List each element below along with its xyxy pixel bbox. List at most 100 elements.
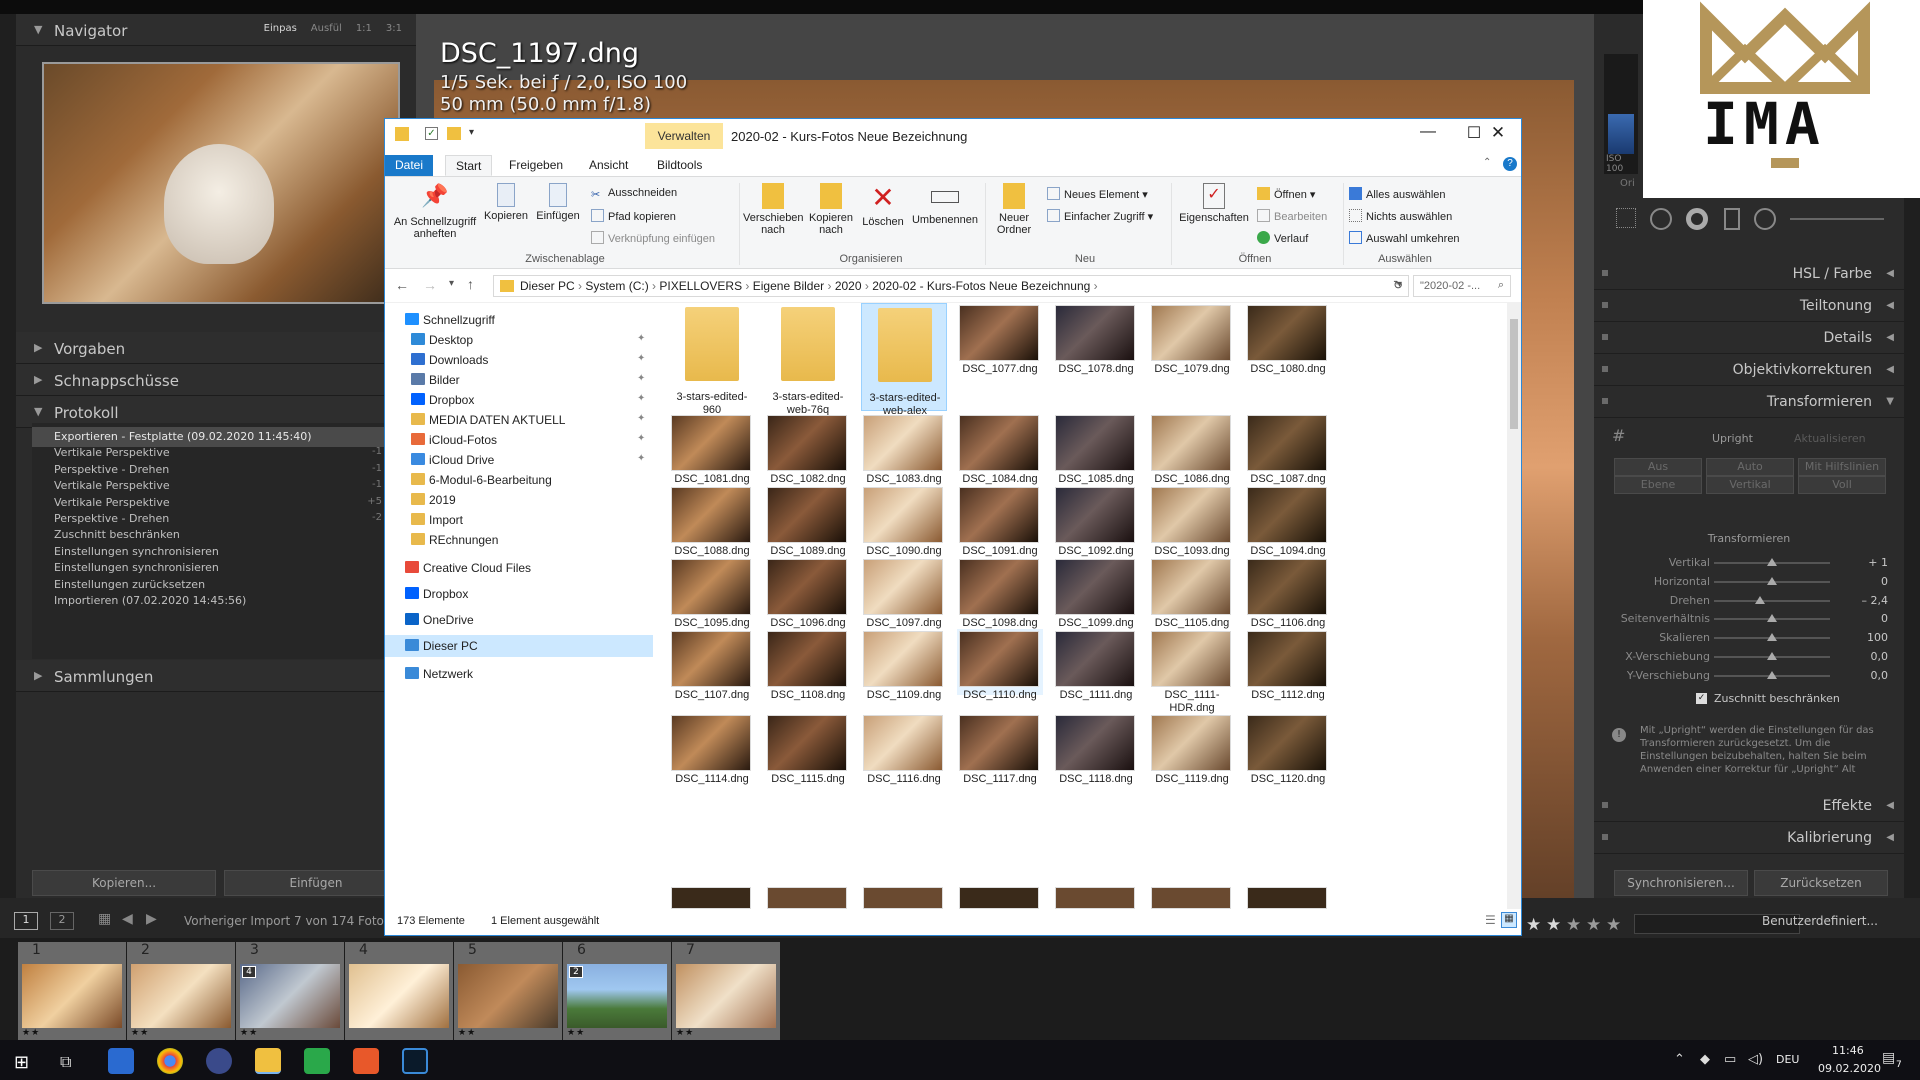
camtasia-taskbar-icon[interactable] — [304, 1048, 330, 1074]
folder-item[interactable]: 3-stars-edited-960 — [669, 303, 755, 416]
file-item[interactable]: DSC_1107.dng — [669, 629, 755, 701]
vorgaben-header[interactable]: ▶ Vorgaben — [16, 332, 416, 364]
chevron-right-icon[interactable]: › — [742, 279, 753, 293]
lightroom-taskbar-icon[interactable] — [402, 1048, 428, 1074]
tab-bildtools[interactable]: Bildtools — [647, 155, 712, 176]
chevron-right-icon[interactable]: › — [575, 279, 586, 293]
explorer-title-bar[interactable]: ✓ ▾ Verwalten 2020-02 - Kurs-Fotos Neue … — [385, 119, 1521, 153]
brush-slider[interactable] — [1790, 218, 1884, 220]
help-icon[interactable]: ? — [1503, 157, 1517, 171]
tab-datei[interactable]: Datei — [385, 155, 434, 176]
filmstrip-thumb[interactable]: 7 ★★ — [672, 942, 780, 1040]
nav-item-rechnungen[interactable]: REchnungen — [385, 529, 653, 551]
search-field[interactable]: "2020-02 -... ⌕ — [1413, 275, 1511, 297]
chevron-right-icon[interactable]: › — [649, 279, 660, 293]
filmstrip-thumb[interactable]: 5 ★★ — [454, 942, 562, 1040]
vertical-scrollbar[interactable] — [1507, 303, 1521, 909]
open-button[interactable]: Öffnen ▾ — [1257, 187, 1315, 201]
close-icon[interactable]: ✕ — [1475, 123, 1521, 149]
file-item[interactable]: DSC_1117.dng — [957, 713, 1043, 785]
details-header[interactable]: Details ◀ — [1594, 322, 1904, 354]
breadcrumb-item[interactable]: Dieser PC — [520, 279, 575, 293]
nav-item-bilder[interactable]: Bilder ✦ — [385, 369, 653, 391]
slider-value[interactable]: 100 — [1867, 631, 1888, 644]
original-toggle-label[interactable]: Ori — [1620, 178, 1635, 189]
outlook-taskbar-icon[interactable] — [108, 1048, 134, 1074]
volume-icon[interactable]: ◁) — [1748, 1052, 1763, 1067]
delete-button[interactable]: ✕ Löschen — [859, 181, 907, 229]
file-item[interactable]: DSC_1115.dng — [765, 713, 851, 785]
filter-preset-select[interactable]: Benutzerdefiniert... — [1762, 914, 1878, 928]
filmstrip-thumb[interactable]: 6 2 ★★ — [563, 942, 671, 1040]
primary-display-button[interactable]: 1 — [14, 912, 38, 930]
crop-tool-icon[interactable]: # — [1612, 426, 1625, 445]
pin-icon[interactable]: ✦ — [637, 353, 645, 364]
nav-item-creative-cloud-files[interactable]: Creative Cloud Files — [385, 557, 653, 579]
easy-access-button[interactable]: Einfacher Zugriff ▾ — [1047, 209, 1153, 223]
file-item[interactable]: DSC_1091.dng — [957, 485, 1043, 557]
windows-start-icon[interactable]: ⊞ — [14, 1052, 29, 1073]
file-item[interactable]: DSC_1114.dng — [669, 713, 755, 785]
pin-icon[interactable]: ✦ — [637, 413, 645, 424]
large-icons-view-icon[interactable]: ▦ — [1501, 912, 1517, 928]
file-item[interactable]: DSC_1097.dng — [861, 557, 947, 629]
upright-auto-button[interactable]: Auto — [1706, 458, 1794, 476]
app-taskbar-icon[interactable] — [206, 1048, 232, 1074]
file-item[interactable]: DSC_1120.dng — [1245, 713, 1331, 785]
collapse-ribbon-icon[interactable]: ⌃ — [1483, 157, 1491, 168]
schnappschuesse-header[interactable]: ▶ Schnappschüsse — [16, 364, 416, 396]
slider-knob[interactable] — [1767, 614, 1777, 623]
nav-item-dropbox[interactable]: Dropbox — [385, 583, 653, 605]
rating-star-icon[interactable]: ★ — [1606, 915, 1621, 935]
folder-item[interactable]: 3-stars-edited-web-76q — [765, 303, 851, 416]
stack-badge[interactable]: 4 — [242, 966, 256, 978]
file-explorer-taskbar-icon[interactable] — [255, 1048, 281, 1074]
file-item[interactable]: DSC_1106.dng — [1245, 557, 1331, 629]
file-item[interactable]: DSC_1108.dng — [765, 629, 851, 701]
copy-path-button[interactable]: Pfad kopieren — [591, 209, 676, 223]
chevron-right-icon[interactable]: › — [1090, 279, 1098, 293]
constrain-checkbox[interactable]: ✓ — [1696, 693, 1707, 704]
chrome-taskbar-icon[interactable] — [157, 1048, 183, 1074]
nav-item-icloud-drive[interactable]: iCloud Drive ✦ — [385, 449, 653, 471]
nav-item-dieser-pc[interactable]: Dieser PC — [385, 635, 653, 657]
upright-aus-button[interactable]: Aus — [1614, 458, 1702, 476]
upright-vertikal-button[interactable]: Vertikal — [1706, 476, 1794, 494]
pin-icon[interactable]: ✦ — [637, 453, 645, 464]
file-item[interactable]: DSC_1110.dng — [957, 629, 1043, 701]
filmstrip-thumb[interactable]: 3 4 ★★ — [236, 942, 344, 1040]
sammlungen-header[interactable]: ▶ Sammlungen — [16, 660, 416, 692]
file-item[interactable]: DSC_1082.dng — [765, 413, 851, 485]
file-item[interactable] — [671, 887, 755, 909]
clock-time[interactable]: 11:46 — [1832, 1044, 1864, 1057]
file-item[interactable]: DSC_1084.dng — [957, 413, 1043, 485]
scrollbar-thumb[interactable] — [1510, 319, 1518, 429]
tab-ansicht[interactable]: Ansicht — [579, 155, 638, 176]
language-indicator[interactable]: DEU — [1776, 1053, 1799, 1066]
nav-item-downloads[interactable]: Downloads ✦ — [385, 349, 653, 371]
rating-star-icon[interactable]: ★ — [1566, 915, 1581, 935]
properties-button[interactable]: ✓ Eigenschaften — [1175, 181, 1253, 224]
upright-mit-hilfslinien-button[interactable]: Mit Hilfslinien — [1798, 458, 1886, 476]
nav-item-netzwerk[interactable]: Netzwerk — [385, 663, 653, 685]
pin-icon[interactable]: ✦ — [637, 333, 645, 344]
breadcrumb-item[interactable]: System (C:) — [585, 279, 648, 293]
forward-arrow-icon[interactable]: → — [423, 277, 437, 293]
slider-value[interactable]: – 2,4 — [1862, 594, 1889, 607]
zoom-1-1[interactable]: 1:1 — [356, 23, 372, 34]
file-item[interactable]: DSC_1098.dng — [957, 557, 1043, 629]
battery-icon[interactable]: ▭ — [1724, 1052, 1736, 1067]
filmstrip-thumb[interactable]: 1 ★★ — [18, 942, 126, 1040]
nav-item-desktop[interactable]: Desktop ✦ — [385, 329, 653, 351]
source-label[interactable]: Vorheriger Import — [184, 914, 290, 928]
file-item[interactable]: DSC_1088.dng — [669, 485, 755, 557]
upright-ebene-button[interactable]: Ebene — [1614, 476, 1702, 494]
navigator-header[interactable]: ▼ Navigator Einpas Ausfül 1:1 3:1 — [16, 14, 416, 46]
file-item[interactable]: DSC_1085.dng — [1053, 413, 1139, 485]
select-all-button[interactable]: Alles auswählen — [1349, 187, 1446, 201]
file-item[interactable]: DSC_1094.dng — [1245, 485, 1331, 557]
objektiv-header[interactable]: Objektivkorrekturen ◀ — [1594, 354, 1904, 386]
task-view-icon[interactable]: ⧉ — [60, 1052, 71, 1072]
breadcrumb-item[interactable]: Eigene Bilder — [753, 279, 824, 293]
grid-view-icon[interactable]: ▦ — [98, 911, 111, 927]
